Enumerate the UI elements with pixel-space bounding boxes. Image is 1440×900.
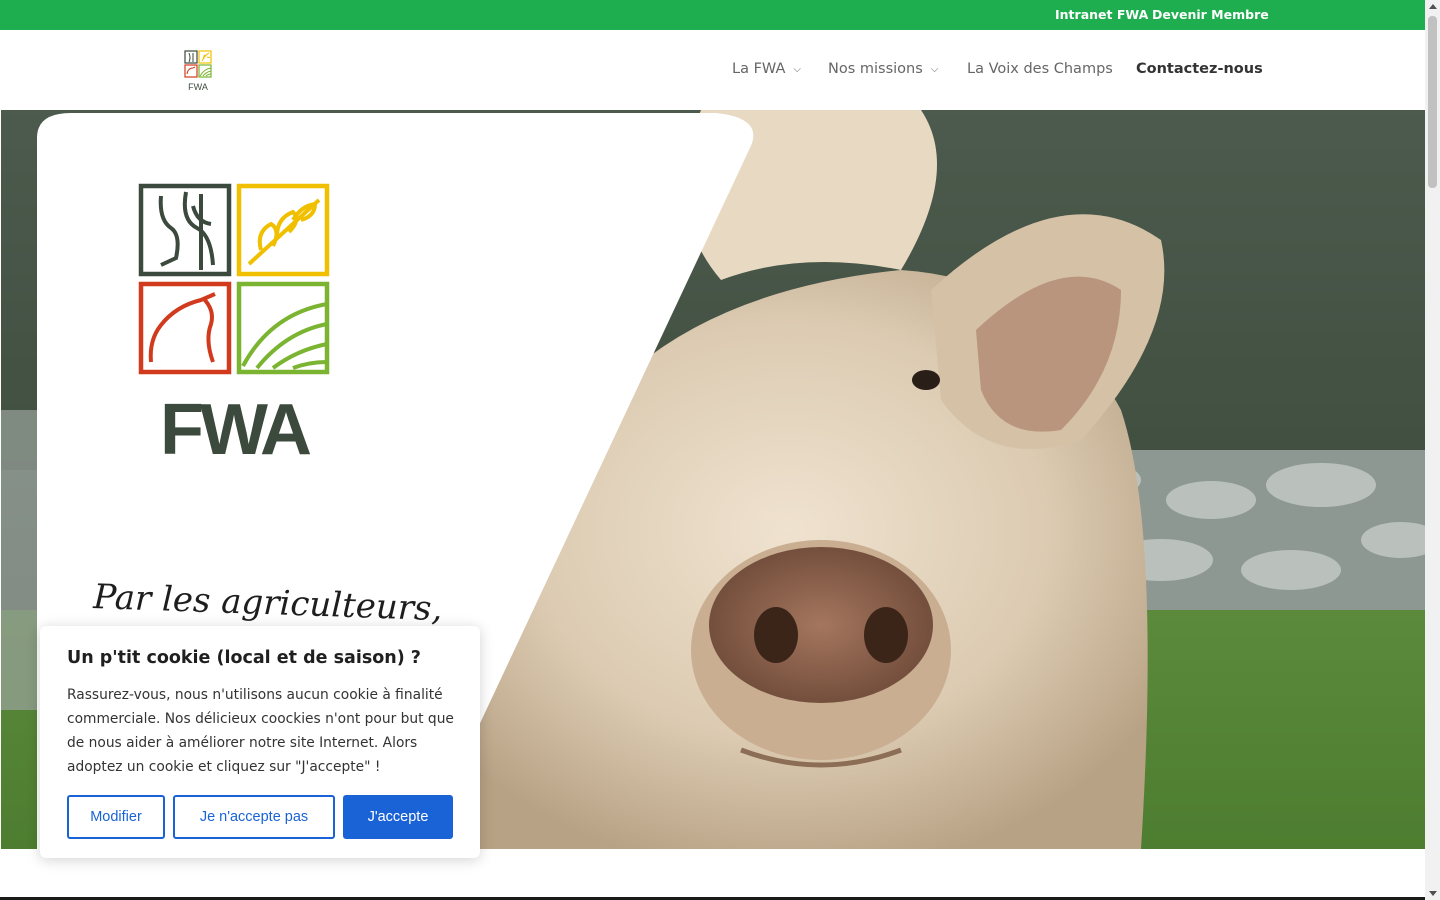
chevron-down-icon: ⌵ xyxy=(930,64,939,75)
become-member-link[interactable]: Devenir Membre xyxy=(1152,7,1269,22)
nav-item-nos-missions[interactable]: Nos missions ⌵ xyxy=(828,61,938,77)
nav-label: La Voix des Champs xyxy=(967,61,1113,77)
nav-item-la-fwa[interactable]: La FWA ⌵ xyxy=(732,61,801,77)
cookie-modify-button[interactable]: Modifier xyxy=(67,795,165,839)
chevron-down-icon: ⌵ xyxy=(793,64,801,75)
cookie-accept-button[interactable]: J'accepte xyxy=(343,795,453,839)
nav-item-la-voix-des-champs[interactable]: La Voix des Champs xyxy=(967,61,1113,77)
nav-label: Nos missions xyxy=(828,61,923,77)
hero-logo-text: FWA xyxy=(160,390,311,470)
cookie-title: Un p'tit cookie (local et de saison) ? xyxy=(67,648,421,668)
scroll-thumb[interactable] xyxy=(1428,16,1437,188)
scroll-up-arrow-icon[interactable] xyxy=(1429,4,1437,9)
intranet-link[interactable]: Intranet FWA xyxy=(1055,7,1148,22)
fwa-logo-icon: FWA xyxy=(184,50,212,92)
nav-item-contactez-nous[interactable]: Contactez-nous xyxy=(1136,61,1263,77)
page: Intranet FWA Devenir Membre FWA La FWA ⌵ … xyxy=(0,0,1440,900)
cookie-refuse-button[interactable]: Je n'accepte pas xyxy=(173,795,335,839)
nav-label: La FWA xyxy=(732,61,786,77)
cookie-banner: Un p'tit cookie (local et de saison) ? R… xyxy=(40,626,480,858)
top-bar: Intranet FWA Devenir Membre xyxy=(0,0,1425,30)
scroll-down-arrow-icon[interactable] xyxy=(1429,891,1437,896)
site-header: FWA La FWA ⌵ Nos missions ⌵ La Voix des Ch… xyxy=(0,30,1425,110)
page-scrollbar[interactable] xyxy=(1425,0,1440,900)
nav-label: Contactez-nous xyxy=(1136,61,1263,77)
cookie-text: Rassurez-vous, nous n'utilisons aucun co… xyxy=(67,687,454,775)
header-logo-text: FWA xyxy=(188,82,208,92)
